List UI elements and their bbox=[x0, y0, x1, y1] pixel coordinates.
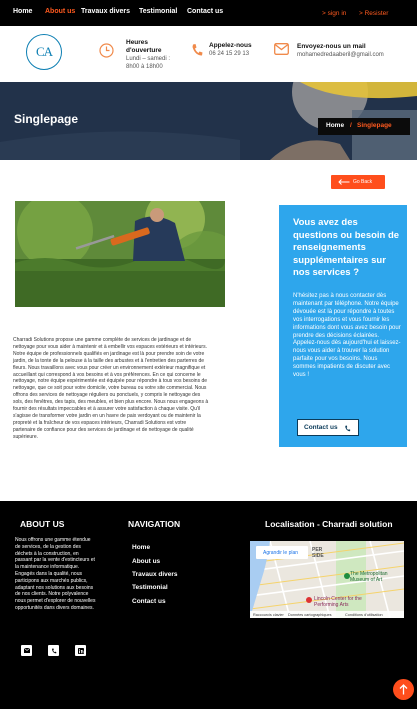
phone-icon bbox=[345, 425, 351, 431]
footer-map-title: Localisation - Charradi solution bbox=[265, 519, 393, 529]
call-title: Appelez-nous bbox=[209, 42, 252, 49]
nav-travaux[interactable]: Travaux divers bbox=[81, 8, 130, 15]
article-text: Charradi Solutions propose une gamme com… bbox=[13, 337, 209, 440]
contact-us-button[interactable]: Contact us bbox=[297, 419, 359, 436]
footer-link-contact[interactable]: Contact us bbox=[132, 598, 166, 605]
gardener-photo bbox=[15, 201, 225, 307]
breadcrumb-separator: / bbox=[350, 122, 352, 129]
map-label-lincoln: Lincoln Center for the Performing Arts bbox=[314, 596, 362, 608]
top-navbar: Home About us Travaux divers Testimonial… bbox=[0, 0, 417, 26]
map-label-side: PER SIDE bbox=[312, 547, 324, 559]
map-attr-data[interactable]: Données cartographiques bbox=[288, 613, 331, 617]
page-title: Singlepage bbox=[14, 112, 79, 126]
enlarge-map-button[interactable]: Agrandir le plan bbox=[256, 546, 308, 559]
footer-link-about[interactable]: About us bbox=[132, 558, 160, 565]
footer: ABOUT US Nous offrons une gamme étendue … bbox=[0, 501, 417, 709]
footer-about-text: Nous offrons une gamme étendue de servic… bbox=[15, 537, 96, 611]
location-map[interactable]: Agrandir le plan PER SIDE The Metropolit… bbox=[250, 541, 404, 618]
cta-text: N'hésitez pas à nous contacter dès maint… bbox=[293, 293, 401, 379]
footer-link-travaux[interactable]: Travaux divers bbox=[132, 571, 178, 578]
hero-banner: Singlepage Home / Singlepage bbox=[0, 82, 417, 160]
footer-link-home[interactable]: Home bbox=[132, 544, 150, 551]
breadcrumb: Home / Singlepage bbox=[318, 118, 410, 135]
phone-icon bbox=[192, 44, 203, 56]
map-attr-terms[interactable]: Conditions d'utilisation bbox=[345, 613, 383, 617]
map-attr-keyboard[interactable]: Raccourcis clavier bbox=[253, 613, 284, 617]
breadcrumb-home[interactable]: Home bbox=[326, 122, 344, 129]
contact-cta-box: Vous avez des questions ou besoin de ren… bbox=[279, 205, 407, 447]
footer-nav-title: NAVIGATION bbox=[128, 519, 181, 529]
social-linkedin-button[interactable] bbox=[75, 645, 86, 656]
breadcrumb-current: Singlepage bbox=[357, 122, 392, 129]
info-bar: CA Heures d'ouverture Lundi – samedi : 8… bbox=[0, 26, 417, 82]
call-text: 06 24 15 29 13 bbox=[209, 51, 250, 57]
nav-home[interactable]: Home bbox=[13, 8, 32, 15]
mail-text: mohamedredaaberil@gmail.com bbox=[297, 52, 384, 58]
gardener-image bbox=[15, 201, 225, 307]
clock-icon bbox=[99, 43, 114, 58]
hours-text: Lundi – samedi : 8h00 à 18h00 bbox=[126, 56, 171, 70]
mail-icon bbox=[274, 43, 289, 55]
footer-about-title: ABOUT US bbox=[20, 519, 65, 529]
enlarge-map-label: Agrandir le plan bbox=[263, 549, 299, 556]
arrow-left-icon bbox=[338, 179, 350, 185]
go-back-button[interactable]: Go Back bbox=[331, 175, 385, 189]
signin-link[interactable]: > sign in bbox=[322, 10, 346, 17]
hours-title: Heures d'ouverture bbox=[126, 39, 162, 54]
mail-title: Envoyez-nous un mail bbox=[297, 43, 366, 50]
map-attribution: Raccourcis clavier Données cartographiqu… bbox=[250, 611, 404, 618]
scroll-top-button[interactable] bbox=[393, 679, 414, 700]
nav-contact[interactable]: Contact us bbox=[187, 8, 223, 15]
nav-about[interactable]: About us bbox=[45, 8, 75, 15]
page: Home About us Travaux divers Testimonial… bbox=[0, 0, 417, 709]
contact-us-label: Contact us bbox=[304, 424, 338, 431]
register-link[interactable]: > Resister bbox=[359, 10, 388, 17]
map-label-museum: The Metropolitan Museum of Art bbox=[350, 571, 388, 583]
social-phone-button[interactable] bbox=[48, 645, 59, 656]
go-back-label: Go Back bbox=[353, 179, 373, 185]
arrow-up-icon bbox=[399, 684, 408, 695]
logo[interactable]: CA bbox=[26, 34, 62, 70]
social-mail-button[interactable] bbox=[21, 645, 32, 656]
linkedin-icon bbox=[77, 647, 84, 654]
footer-link-testimonial[interactable]: Testimonial bbox=[132, 584, 168, 591]
cta-title: Vous avez des questions ou besoin de ren… bbox=[293, 217, 400, 278]
phone-icon bbox=[51, 647, 56, 653]
nav-testimonial[interactable]: Testimonial bbox=[139, 8, 177, 15]
envelope-icon bbox=[23, 648, 30, 653]
logo-letters: CA bbox=[35, 44, 53, 59]
